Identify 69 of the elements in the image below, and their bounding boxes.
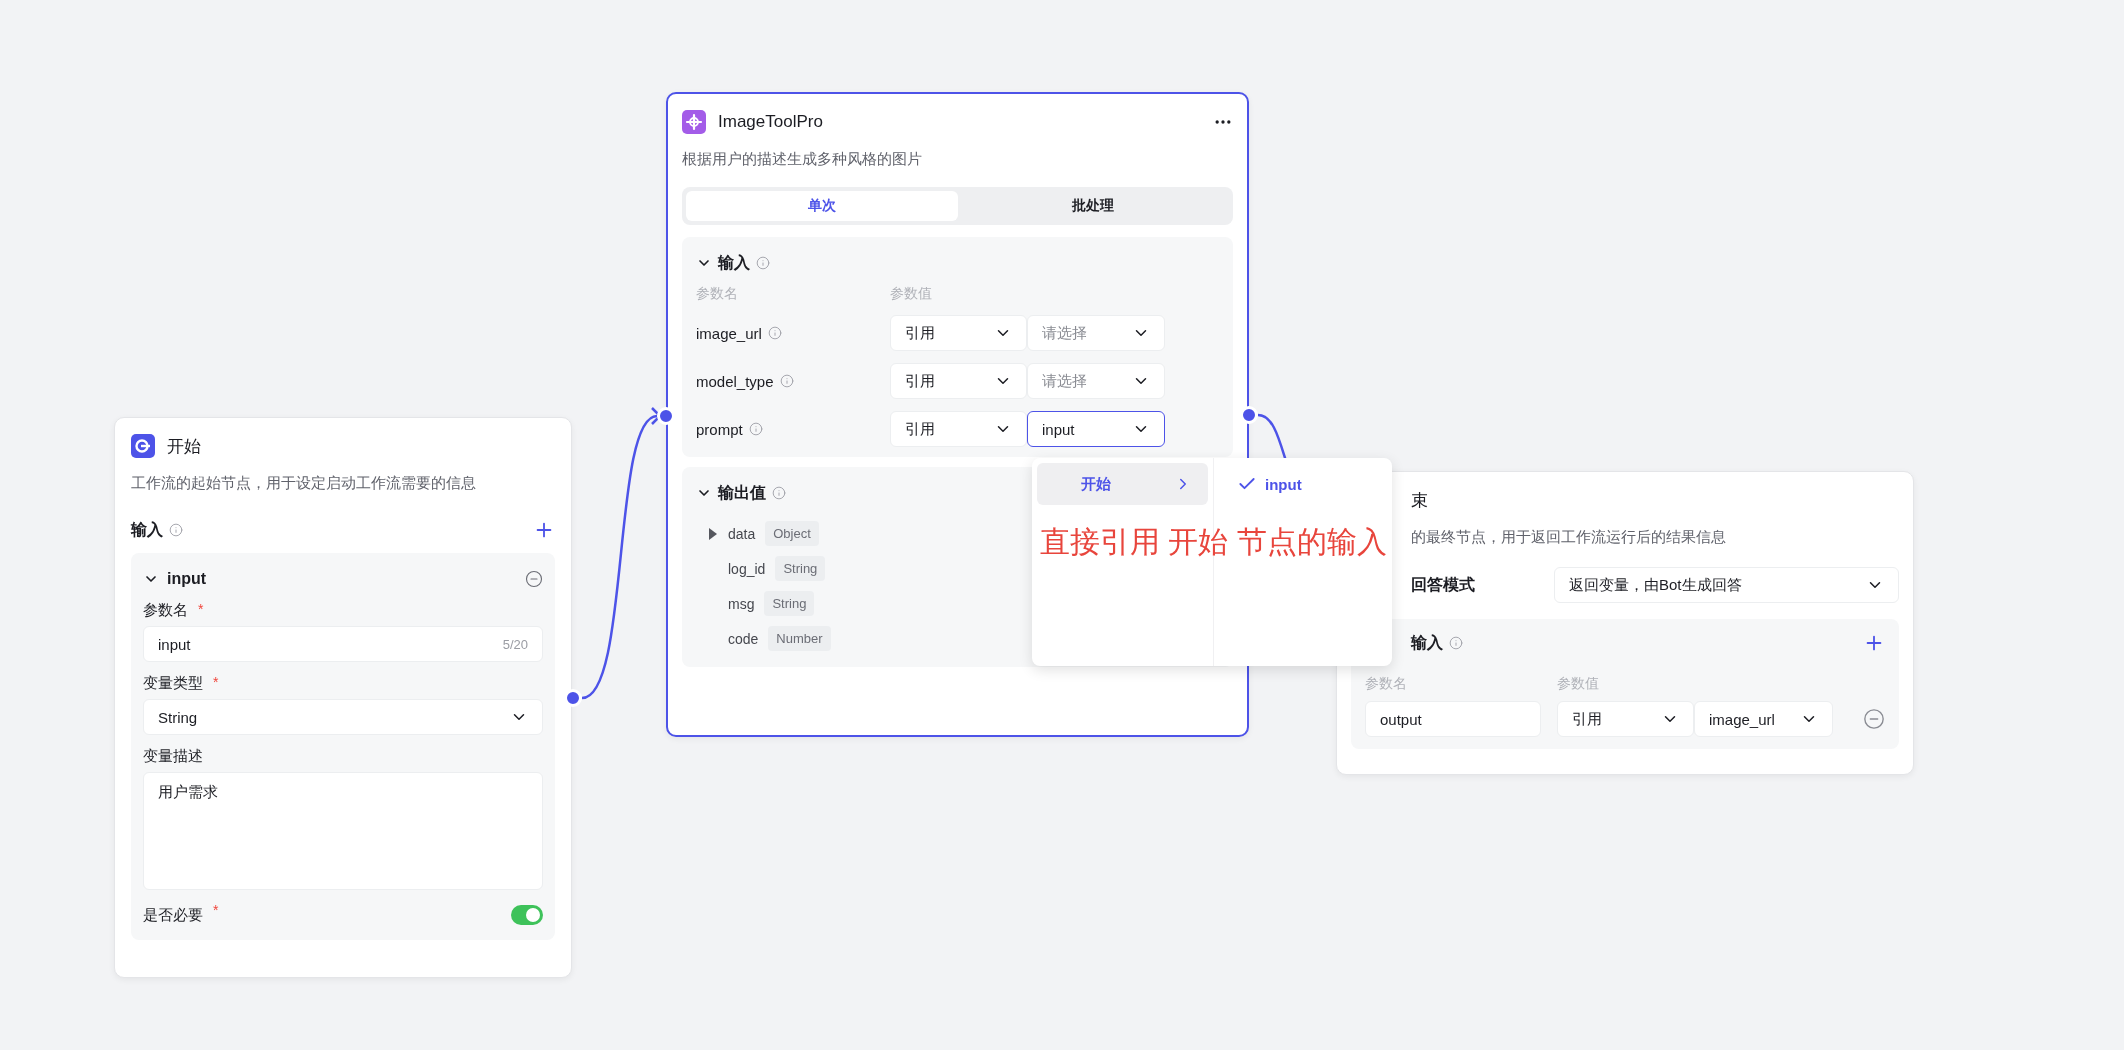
type-tag: Number xyxy=(768,626,831,651)
info-icon xyxy=(756,256,770,270)
node-description: 工作流的起始节点，用于设定启动工作流需要的信息 xyxy=(131,474,477,493)
node-title: ImageToolPro xyxy=(718,112,823,132)
param-name: image_url xyxy=(696,324,762,342)
output-port[interactable] xyxy=(564,689,582,707)
info-icon xyxy=(748,422,763,436)
column-header: 参数名 xyxy=(696,285,739,303)
name-input[interactable]: output xyxy=(1365,701,1541,737)
required-toggle[interactable] xyxy=(511,905,543,925)
param-name: model_type xyxy=(696,372,774,390)
source-select[interactable]: 引用 xyxy=(890,363,1027,399)
remove-icon[interactable] xyxy=(525,570,543,588)
output-name: msg xyxy=(728,595,755,612)
type-tag: String xyxy=(764,591,815,616)
required-mark: * xyxy=(213,902,219,918)
node-title: 束 xyxy=(1411,489,1428,512)
mode-select[interactable]: 返回变量，由Bot生成回答 xyxy=(1554,567,1899,603)
section-title: 输出值 xyxy=(718,482,766,503)
field-label: 参数名 xyxy=(143,601,188,620)
required-mark: * xyxy=(213,674,219,690)
param-name: prompt xyxy=(696,420,743,438)
info-icon xyxy=(169,523,183,537)
input-port[interactable] xyxy=(657,407,675,425)
column-header: 参数名 xyxy=(1365,675,1408,693)
output-name: data xyxy=(728,525,756,542)
section-title: 输入 xyxy=(131,519,163,540)
menu-item[interactable]: input xyxy=(1219,463,1387,505)
source-select[interactable]: 引用 xyxy=(1557,701,1694,737)
source-select[interactable]: 引用 xyxy=(890,315,1027,351)
variable-name: input xyxy=(167,570,207,588)
info-icon xyxy=(779,374,794,388)
node-title: 开始 xyxy=(167,435,201,458)
name-input[interactable]: input 5/20 xyxy=(143,626,543,662)
type-tag: String xyxy=(775,556,826,581)
section-title: 输入 xyxy=(1411,632,1443,653)
type-select[interactable]: String xyxy=(143,699,543,735)
field-label: 回答模式 xyxy=(1411,574,1475,595)
value-select[interactable]: 请选择 xyxy=(1027,315,1165,351)
start-node-icon xyxy=(131,434,155,458)
type-tag: Object xyxy=(765,521,819,546)
output-name: code xyxy=(728,630,759,647)
mode-tab[interactable]: 单次 xyxy=(686,191,958,221)
node-description: 根据用户的描述生成多种风格的图片 xyxy=(682,150,923,169)
column-header: 参数值 xyxy=(890,285,932,303)
remove-icon[interactable] xyxy=(1863,708,1885,730)
output-port[interactable] xyxy=(1240,406,1258,424)
mode-tab[interactable]: 批处理 xyxy=(957,191,1229,221)
menu-item[interactable]: 开始 xyxy=(1037,463,1208,505)
description-input[interactable]: 用户需求 xyxy=(143,772,543,890)
value-select[interactable]: input xyxy=(1027,411,1165,447)
char-count: 5/20 xyxy=(502,636,528,652)
field-label: 是否必要 xyxy=(143,905,203,925)
field-label: 变量类型 xyxy=(143,674,203,693)
info-icon xyxy=(1449,636,1463,650)
source-select[interactable]: 引用 xyxy=(890,411,1027,447)
node-description: 的最终节点，用于返回工作流运行后的结果信息 xyxy=(1411,528,1727,547)
section-title: 输入 xyxy=(718,252,750,273)
field-label: 变量描述 xyxy=(143,747,203,766)
annotation-text: 直接引用 开始 节点的输入 xyxy=(1040,524,1387,560)
tool-node-icon xyxy=(682,110,706,134)
column-header: 参数值 xyxy=(1557,675,1599,693)
required-mark: * xyxy=(198,601,204,617)
expand-triangle-icon[interactable] xyxy=(708,527,718,540)
info-icon xyxy=(772,486,786,500)
info-icon xyxy=(767,326,782,340)
value-select[interactable]: 请选择 xyxy=(1027,363,1165,399)
value-select[interactable]: image_url xyxy=(1694,701,1833,737)
output-name: log_id xyxy=(728,560,766,577)
